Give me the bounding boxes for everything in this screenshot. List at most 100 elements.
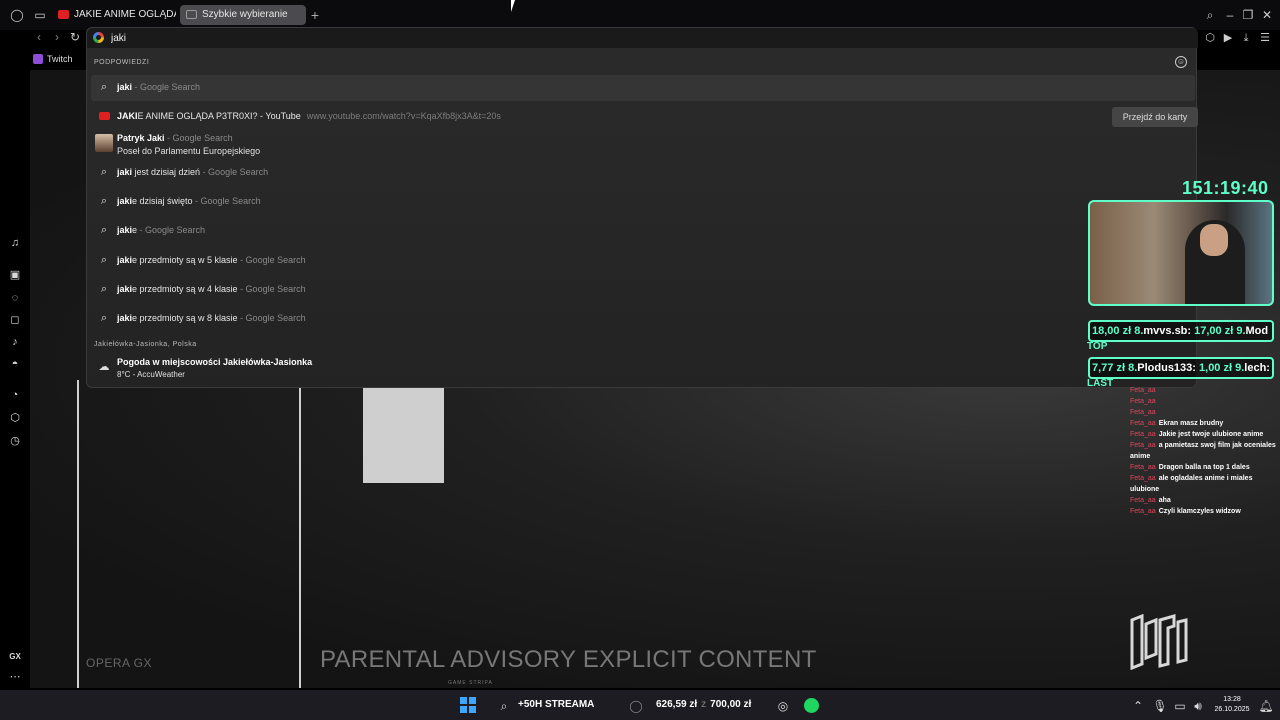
spotify-icon[interactable] [804,698,819,713]
tiktok-icon[interactable]: ♪ [8,335,22,349]
sidebar: ♫ ▣ ◌ ◻ ♪ ◓ ◔ ⬡ ◷ GX ⋯ [0,30,30,690]
chat-message: Feta_aa ale ogladales anime i miales ulub… [1130,475,1253,493]
extensions-icon[interactable]: ⬡ [8,411,22,425]
stream-timer: 151:19:40 [1182,178,1269,198]
channel-logo [1130,614,1188,670]
chat-message: Feta_aa Dragon balla na top 1 dales [1130,464,1250,471]
search-icon: ⌕ [100,166,108,178]
reload-icon[interactable]: ↻ [68,30,82,44]
suggestion-row-entity[interactable]: Patryk Jaki - Google Search Poseł do Par… [91,130,1195,156]
address-bar-dropdown: Podpowiedzi ☺ ⌕ jaki - Google Search JAK… [86,27,1198,388]
suggestion-row[interactable]: ⌕ jakie - Google Search [91,218,1195,244]
weather-row[interactable]: ☁ Pogoda w miejscowości Jakiełówka-Jasio… [91,354,1195,380]
donation-goal: 626,59 zł z 700,00 zł [656,699,752,710]
windows-start-icon[interactable] [460,697,476,713]
notification-bell-icon[interactable]: 🔔︎ [1258,698,1274,714]
suggestion-row[interactable]: ⌕ jaki - Google Search [91,75,1195,101]
minimize-button[interactable]: – [1222,6,1238,24]
tab-title: JAKIE ANIME OGLĄDA P3 [74,9,176,20]
stream-goal-label: +50H STREAMA [518,699,595,710]
extension-icon[interactable]: ⬡ [1203,31,1217,45]
cloud-icon: ☁ [98,361,110,373]
app-icon[interactable]: ◯ [628,698,644,714]
youtube-icon [58,10,69,19]
forward-icon[interactable]: › [50,30,64,44]
bookmark-twitch[interactable]: Twitch [33,52,73,66]
more-icon[interactable]: ⋯ [8,670,22,684]
youtube-icon [99,112,110,120]
volume-icon[interactable]: 🔊︎ [1190,698,1206,714]
mouse-cursor [511,0,515,12]
emoji-icon[interactable]: ☺ [1175,56,1187,68]
easy-setup-icon[interactable]: ☰ [1258,31,1272,45]
tab-speed-dial[interactable]: Szybkie wybieranie [180,5,306,25]
suggestion-row[interactable]: ⌕ jakie dzisiaj święto - Google Search [91,189,1195,215]
gx-label[interactable]: GX [8,650,22,664]
history-icon[interactable]: ◷ [8,434,22,448]
messenger-icon[interactable]: ◌ [8,291,22,305]
chat-message: Feta_aa [1130,387,1156,394]
gx-control-icon[interactable]: ◔ [8,388,22,402]
background-block [363,385,444,483]
music-player-icon[interactable]: ♫ [8,236,22,250]
search-icon: ⌕ [100,195,108,207]
weather-heading: Jakiełówka-Jasionka, Polska [94,341,197,348]
search-icon: ⌕ [100,312,108,324]
back-icon[interactable]: ‹ [32,30,46,44]
maximize-button[interactable]: ❐ [1240,6,1256,24]
tab-strip: ◯ ▭ JAKIE ANIME OGLĄDA P3 Szybkie wybier… [0,0,1280,30]
chat-message: Feta_aa [1130,398,1156,405]
chat-message: Feta_aa aha [1130,497,1171,504]
suggestions-heading: Podpowiedzi [94,59,150,66]
chat-message: Feta_aa Ekran masz brudny [1130,420,1224,427]
suggestion-row[interactable]: ⌕ jakie przedmioty są w 8 klasie - Googl… [91,306,1195,332]
search-icon[interactable]: ⌕ [1202,6,1218,24]
stream-chat: Feta_aa Feta_aa Feta_aa Feta_aa Ekran mas… [1130,385,1280,517]
opera-gx-taskbar-icon[interactable]: ◎ [775,698,791,714]
address-bar [87,28,1198,48]
top-label: TOP [1087,341,1108,352]
small-caption: GAME STRIPA [448,680,493,686]
windows-taskbar: ⌕ +50H STREAMA ◯ 626,59 zł z 700,00 zł ◎ ⌃… [0,690,1280,720]
top-donation-ticker: 18,00 zł 8.mvvs.sb: 17,00 zł 9.Mod [1088,320,1274,342]
search-icon: ⌕ [100,224,108,236]
search-icon: ⌕ [100,283,108,295]
chat-message: Feta_aa [1130,409,1156,416]
tab-manager-icon[interactable]: ▭ [32,7,48,23]
address-input[interactable] [111,30,1171,46]
search-icon: ⌕ [100,254,108,266]
suggestion-row[interactable]: ⌕ jakie przedmioty są w 4 klasie - Googl… [91,277,1195,303]
microphone-icon[interactable]: 🎙︎ [1152,698,1168,714]
tab-youtube[interactable]: JAKIE ANIME OGLĄDA P3 [52,5,176,25]
google-icon [93,32,104,43]
last-label: LAST [1087,378,1114,389]
network-icon[interactable]: ▭ [1172,698,1188,714]
suggestion-row[interactable]: ⌕ jakie przedmioty są w 5 klasie - Googl… [91,248,1195,274]
search-icon: ⌕ [100,81,108,93]
chevron-up-icon[interactable]: ⌃ [1130,698,1146,714]
last-donation-ticker: 7,77 zł 8.Plodus133: 1,00 zł 9.lech: [1088,357,1274,379]
chat-message: Feta_aa Jakie jest twoje ulubione anime [1130,431,1264,438]
chat-message: Feta_aa a pamietasz swoj film jak ocenial… [1130,442,1276,460]
suggestion-row-open-tab[interactable]: JAKIE ANIME OGLĄDA P3TR0XI? - YouTube www… [91,104,1198,130]
new-tab-button[interactable]: + [308,6,322,24]
twitch-icon [33,54,43,64]
suggestion-row[interactable]: ⌕ jaki jest dzisiaj dzień - Google Searc… [91,160,1195,186]
system-clock[interactable]: 13:28 26.10.2025 [1212,695,1252,715]
switch-to-tab-button[interactable]: Przejdź do karty [1112,107,1198,127]
instagram-icon[interactable]: ◻ [8,313,22,327]
opera-gx-menu-icon[interactable]: ◯ [9,7,25,23]
background-stripe [77,380,79,688]
chat-message: Feta_aa Czyli klamczyles widzow [1130,508,1241,515]
streamer-face [1200,224,1228,256]
media-icon[interactable]: ▶ [1221,31,1235,45]
download-icon[interactable]: ⤓ [1239,31,1253,45]
twitch-icon[interactable]: ▣ [8,268,22,282]
close-button[interactable]: ✕ [1259,6,1275,24]
speed-dial-icon [186,10,197,19]
discord-icon[interactable]: ◓ [8,357,22,371]
bookmark-label: Twitch [47,54,73,64]
webcam-overlay [1088,200,1274,306]
search-icon[interactable]: ⌕ [496,698,512,714]
parental-advisory-text: PARENTAL ADVISORY EXPLICIT CONTENT [320,646,817,673]
